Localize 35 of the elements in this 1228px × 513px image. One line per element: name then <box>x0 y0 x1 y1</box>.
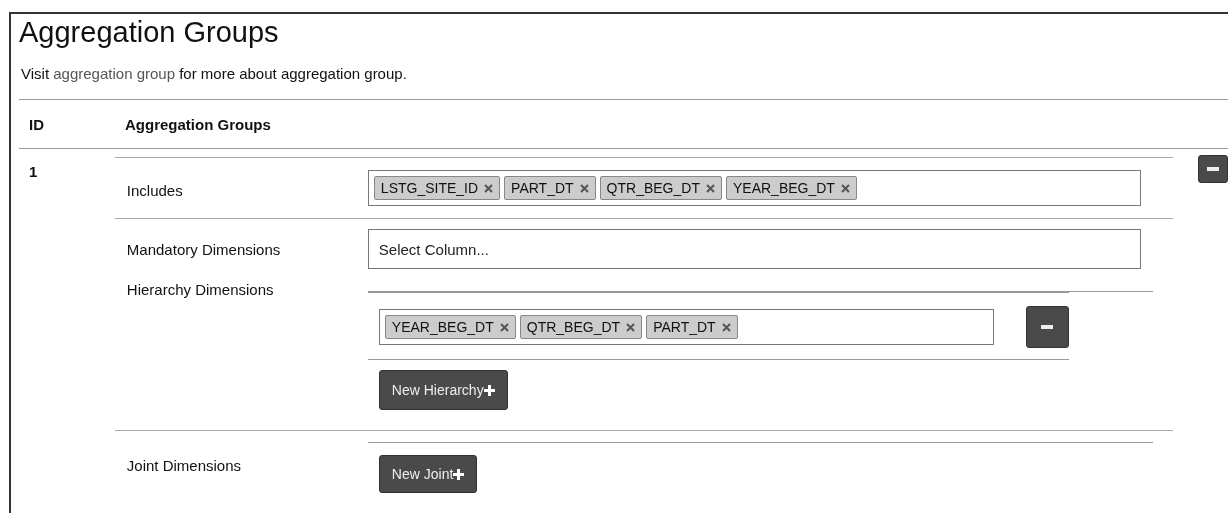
remove-icon[interactable] <box>579 183 589 193</box>
plus-icon <box>483 384 495 396</box>
id-cell-text: 1 <box>28 162 39 182</box>
remove-group-button[interactable] <box>1198 155 1228 183</box>
includes-field[interactable]: LSTG_SITE_ID PART_DT QTR_BEG_DT YEAR_BEG_DT <box>367 170 1141 206</box>
field-label: Hierarchy Dimensions <box>125 280 275 300</box>
remove-icon[interactable] <box>840 183 850 193</box>
intro-text: Visit aggregation group for more about aggregation group. <box>21 64 408 84</box>
remove-icon[interactable] <box>721 322 731 332</box>
column-tag: PART_DT <box>504 176 596 200</box>
column-tag: YEAR_BEG_DT <box>384 315 516 339</box>
plus-icon <box>453 468 465 480</box>
column-tag: QTR_BEG_DT <box>599 176 722 200</box>
field-label: Joint Dimensions <box>125 456 243 476</box>
remove-hierarchy-button[interactable] <box>1025 306 1069 348</box>
field-label: Mandatory Dimensions <box>125 240 282 260</box>
page-title: Aggregation Groups <box>19 15 280 50</box>
remove-icon[interactable] <box>484 183 494 193</box>
column-header: ID <box>28 115 45 133</box>
remove-icon[interactable] <box>626 322 636 332</box>
column-select-field[interactable]: Select Column... <box>367 229 1141 269</box>
field-label: Includes <box>125 181 184 201</box>
new-hierarchy-button[interactable]: New Hierarchy <box>378 370 508 410</box>
column-tag: LSTG_SITE_ID <box>373 176 501 200</box>
hierarchy-field[interactable]: YEAR_BEG_DT QTR_BEG_DT PART_DT <box>378 309 994 345</box>
remove-icon[interactable] <box>499 322 509 332</box>
column-tag: PART_DT <box>646 315 738 339</box>
minus-icon <box>1041 325 1054 329</box>
column-tag: YEAR_BEG_DT <box>725 176 857 200</box>
minus-icon <box>1207 167 1219 171</box>
column-tag: QTR_BEG_DT <box>519 315 643 339</box>
new-joint-button[interactable]: New Joint <box>378 455 478 493</box>
column-header: Aggregation Groups <box>125 115 272 133</box>
help-link[interactable]: aggregation group <box>53 65 175 82</box>
remove-icon[interactable] <box>705 183 715 193</box>
